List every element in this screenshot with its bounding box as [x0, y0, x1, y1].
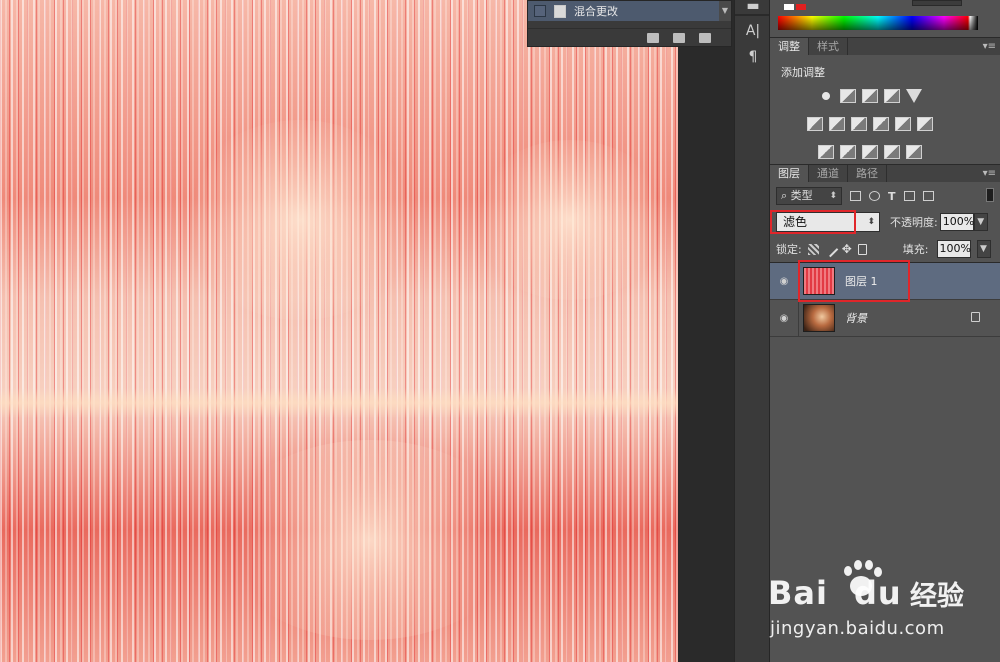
opacity-dropdown-icon[interactable]: ▼ — [973, 213, 988, 231]
paragraph-icon[interactable]: ¶ — [735, 44, 771, 70]
canvas-glow — [470, 140, 670, 300]
layer-row-background[interactable]: ◉ 背景 — [770, 299, 1000, 337]
panel-tool-strip: ▬ A| ¶ — [734, 0, 770, 662]
lock-all-icon[interactable] — [857, 243, 867, 255]
tab-adjustments[interactable]: 调整 — [770, 38, 809, 55]
lock-transparent-icon[interactable] — [807, 243, 819, 255]
history-step[interactable]: 混合更改 ▼ — [528, 1, 731, 21]
adjustments-panel: 添加调整 — [770, 55, 1000, 182]
opacity-input[interactable]: 100% — [939, 213, 974, 231]
new-document-icon[interactable] — [647, 32, 659, 43]
vibrance-icon[interactable] — [807, 117, 823, 131]
layers-list: ◉ 图层 1 ◉ 背景 — [770, 262, 1000, 337]
fill-input[interactable]: 100% — [936, 240, 971, 258]
document-canvas[interactable] — [0, 0, 678, 662]
pixel-filter-icon[interactable] — [850, 191, 861, 201]
watermark-brand: Bai du — [768, 574, 902, 612]
search-icon: ⌕ — [781, 189, 791, 202]
layer-divider — [798, 262, 799, 300]
fill-dropdown-icon[interactable]: ▼ — [976, 240, 991, 258]
layer-filter-row: ⌕ 类型 ⬍ T — [776, 186, 994, 206]
history-panel: 混合更改 ▼ — [527, 0, 732, 47]
photo-filter-icon[interactable] — [873, 117, 889, 131]
lock-row: 锁定: ✥ 填充: 100% ▼ — [776, 239, 996, 259]
balance-icon[interactable] — [829, 117, 845, 131]
strip-separator — [735, 14, 769, 16]
history-checkbox[interactable] — [534, 5, 546, 17]
color-spectrum[interactable] — [778, 16, 978, 30]
canvas-gutter — [678, 0, 734, 662]
scroll-down-icon[interactable]: ▼ — [719, 1, 731, 21]
tab-channels[interactable]: 通道 — [809, 165, 848, 182]
bw-icon[interactable] — [851, 117, 867, 131]
strip-top-icon[interactable]: ▬ — [735, 0, 771, 13]
layer-thumbnail — [803, 267, 835, 295]
blend-row: 滤色 ⬍ 不透明度: 100% ▼ — [776, 212, 996, 232]
exposure-icon[interactable] — [884, 89, 900, 103]
trash-icon[interactable] — [699, 32, 711, 43]
selective-color-icon[interactable] — [884, 145, 900, 159]
brightness-icon[interactable] — [818, 89, 834, 103]
blend-mode-select[interactable]: 滤色 ⬍ — [776, 212, 880, 232]
layer-divider — [798, 299, 799, 337]
canvas-glow — [220, 440, 520, 640]
opacity-label: 不透明度: — [890, 216, 938, 229]
gradient-map-icon[interactable] — [906, 145, 922, 159]
blend-mode-value: 滤色 — [783, 215, 808, 229]
lock-label: 锁定: — [776, 243, 802, 256]
brush-icon[interactable] — [822, 241, 838, 257]
color-panel — [770, 0, 1000, 37]
type-filter-icon[interactable]: T — [888, 190, 896, 203]
watermark-url: jingyan.baidu.com — [770, 618, 945, 639]
history-toolbar — [528, 28, 731, 46]
adjustments-tabbar: 调整 样式 ▾≡ — [770, 37, 1000, 55]
layer-name: 图层 1 — [845, 275, 878, 288]
canvas-streak — [0, 388, 678, 418]
adjustments-title: 添加调整 — [781, 66, 825, 79]
lock-icon — [971, 312, 980, 322]
history-step-label: 混合更改 — [574, 5, 618, 18]
panel-menu-icon[interactable]: ▾≡ — [983, 165, 996, 182]
layer-row-layer1[interactable]: ◉ 图层 1 — [770, 262, 1000, 300]
gradient-triangle-icon[interactable] — [906, 89, 922, 103]
smart-object-filter-icon[interactable] — [922, 191, 934, 201]
filter-kind-select[interactable]: ⌕ 类型 ⬍ — [776, 187, 842, 205]
grid-icon[interactable] — [917, 117, 933, 131]
fill-label: 填充: — [902, 243, 929, 256]
invert-icon[interactable] — [818, 145, 834, 159]
color-swatches[interactable] — [784, 0, 808, 10]
adjustment-filter-icon[interactable] — [869, 191, 880, 201]
mixer-icon[interactable] — [895, 117, 911, 131]
tab-paths[interactable]: 路径 — [848, 165, 887, 182]
canvas-glow — [180, 120, 420, 320]
shape-filter-icon[interactable] — [903, 191, 915, 201]
filter-kind-label: 类型 — [790, 189, 813, 202]
chevron-updown-icon: ⬍ — [829, 191, 837, 201]
tab-styles[interactable]: 样式 — [809, 38, 848, 55]
filter-toggle[interactable] — [986, 188, 994, 202]
color-value-field[interactable] — [912, 0, 962, 6]
layers-tabbar: 图层 通道 路径 ▾≡ — [770, 164, 1000, 182]
threshold-icon[interactable] — [862, 145, 878, 159]
text-tool-icon[interactable]: A| — [735, 18, 771, 44]
eye-icon[interactable]: ◉ — [770, 276, 798, 287]
chevron-updown-icon: ⬍ — [867, 217, 875, 227]
tab-layers[interactable]: 图层 — [770, 165, 809, 182]
move-icon[interactable]: ✥ — [842, 242, 852, 256]
watermark-brand-cn: 经验 — [910, 581, 964, 612]
baidu-watermark: Bai du 经验 jingyan.baidu.com — [768, 552, 998, 652]
layer-thumbnail — [803, 304, 835, 332]
levels-icon[interactable] — [840, 89, 856, 103]
posterize-icon[interactable] — [840, 145, 856, 159]
curves-icon[interactable] — [862, 89, 878, 103]
panel-menu-icon[interactable]: ▾≡ — [983, 38, 996, 55]
document-icon — [554, 4, 566, 18]
layer-name: 背景 — [845, 312, 867, 325]
camera-icon[interactable] — [673, 32, 685, 43]
eye-icon[interactable]: ◉ — [770, 313, 798, 324]
